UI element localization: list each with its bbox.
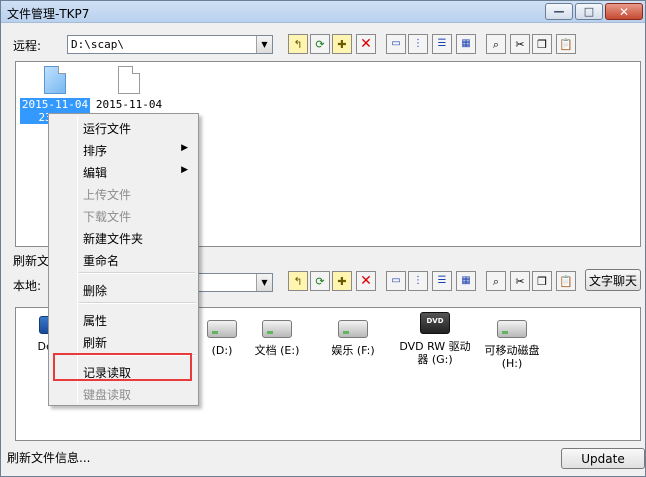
menu-item[interactable]: 编辑 ▶ — [51, 161, 196, 181]
update-button[interactable]: Update — [561, 448, 645, 469]
minimize-icon: — — [553, 5, 565, 18]
search-icon[interactable]: ⌕ — [486, 34, 506, 54]
cut-icon[interactable]: ✂ — [510, 271, 530, 291]
drive-item[interactable]: 娱乐 (F:) — [322, 320, 384, 357]
drive-item[interactable]: 文档 (E:) — [246, 320, 308, 357]
highlight-box — [53, 353, 192, 381]
large-icons-view-icon[interactable]: ▭ — [386, 271, 406, 291]
copy-icon[interactable]: ❐ — [532, 271, 552, 291]
hard-drive-icon — [207, 320, 237, 338]
small-icons-view-icon[interactable]: ⋮ — [408, 271, 428, 291]
file-label: 2015-11-04 — [95, 98, 163, 111]
search-icon[interactable]: ⌕ — [486, 271, 506, 291]
menu-item-label: 运行文件 — [83, 122, 132, 136]
hard-drive-icon — [262, 320, 292, 338]
remote-path-value: D:\scap\ — [71, 38, 124, 51]
list-view-icon[interactable]: ☰ — [432, 271, 452, 291]
folder-up-icon[interactable]: ↰ — [288, 271, 308, 291]
remote-path-combo[interactable]: D:\scap\ ▼ — [67, 35, 273, 54]
window-title: 文件管理-TKP7 — [7, 7, 90, 21]
menu-item-label: 重命名 — [83, 254, 120, 268]
file-white-icon — [118, 66, 140, 94]
chevron-down-icon[interactable]: ▼ — [256, 36, 272, 53]
menu-item[interactable]: 属性 — [51, 309, 196, 329]
drive-label: DVD RW 驱动 器 (G:) — [399, 340, 471, 366]
menu-item[interactable]: 运行文件 — [51, 117, 196, 137]
maximize-icon: □ — [583, 5, 595, 18]
menu-item-label: 刷新 — [83, 336, 108, 350]
drive-label: 文档 (E:) — [254, 344, 300, 357]
menu-item-label: 删除 — [83, 284, 108, 298]
file-blue-icon — [44, 66, 66, 94]
drive-label: 娱乐 (F:) — [331, 344, 375, 357]
remote-label: 远程: — [13, 39, 42, 53]
menu-item[interactable]: 刷新 — [51, 331, 196, 351]
drive-label: 可移动磁盘 (H:) — [484, 344, 540, 370]
menu-item-label: 排序 — [83, 144, 108, 158]
submenu-arrow-icon: ▶ — [181, 143, 188, 153]
menu-item-label: 键盘读取 — [83, 388, 132, 402]
hard-drive-icon — [338, 320, 368, 338]
close-icon: ✕ — [618, 4, 630, 19]
minimize-button[interactable]: — — [545, 3, 573, 20]
chevron-down-icon[interactable]: ▼ — [256, 274, 272, 291]
delete-icon[interactable]: ✕ — [356, 34, 376, 54]
menu-item: 键盘读取 — [51, 383, 196, 403]
menu-item-label: 编辑 — [83, 166, 108, 180]
drive-item[interactable]: (D:) — [202, 320, 242, 357]
paste-icon[interactable]: 📋 — [556, 271, 576, 291]
menu-separator — [79, 272, 195, 274]
list-view-icon[interactable]: ☰ — [432, 34, 452, 54]
paste-icon[interactable]: 📋 — [556, 34, 576, 54]
details-view-icon[interactable]: ▦ — [456, 34, 476, 54]
small-icons-view-icon[interactable]: ⋮ — [408, 34, 428, 54]
details-view-icon[interactable]: ▦ — [456, 271, 476, 291]
dvd-logo: DVD — [426, 317, 444, 325]
menu-item[interactable]: 新建文件夹 — [51, 227, 196, 247]
text-chat-button[interactable]: 文字聊天 — [585, 269, 641, 291]
menu-item: 下载文件 — [51, 205, 196, 225]
menu-item[interactable]: 排序 ▶ — [51, 139, 196, 159]
menu-item-label: 下载文件 — [83, 210, 132, 224]
folder-up-icon[interactable]: ↰ — [288, 34, 308, 54]
refresh-icon[interactable]: ⟳ — [310, 34, 330, 54]
dvd-drive-icon: DVD — [420, 312, 450, 334]
menu-item: 上传文件 — [51, 183, 196, 203]
status-text: 刷新文件信息... — [7, 451, 91, 465]
submenu-arrow-icon: ▶ — [181, 165, 188, 175]
title-bar[interactable]: 文件管理-TKP7 — □ ✕ — [1, 1, 645, 23]
drive-item[interactable]: DVD DVD RW 驱动 器 (G:) — [394, 312, 476, 366]
cut-icon[interactable]: ✂ — [510, 34, 530, 54]
remote-file-item[interactable]: 2015-11-04 — [94, 66, 164, 111]
delete-icon[interactable]: ✕ — [356, 271, 376, 291]
maximize-button[interactable]: □ — [575, 3, 603, 20]
local-label: 本地: — [13, 279, 42, 293]
menu-item-label: 上传文件 — [83, 188, 132, 202]
remote-status-text: 刷新文 — [13, 254, 50, 268]
close-button[interactable]: ✕ — [605, 3, 643, 20]
menu-item[interactable]: 重命名 — [51, 249, 196, 269]
new-folder-icon[interactable]: ✚ — [332, 34, 352, 54]
drive-label: (D:) — [211, 344, 233, 357]
menu-item-label: 新建文件夹 — [83, 232, 144, 246]
copy-icon[interactable]: ❐ — [532, 34, 552, 54]
menu-item-label: 属性 — [83, 314, 108, 328]
removable-disk-icon — [497, 320, 527, 338]
new-folder-icon[interactable]: ✚ — [332, 271, 352, 291]
large-icons-view-icon[interactable]: ▭ — [386, 34, 406, 54]
drive-item[interactable]: 可移动磁盘 (H:) — [470, 320, 554, 370]
menu-separator — [79, 302, 195, 304]
menu-item[interactable]: 删除 — [51, 279, 196, 299]
refresh-icon[interactable]: ⟳ — [310, 271, 330, 291]
